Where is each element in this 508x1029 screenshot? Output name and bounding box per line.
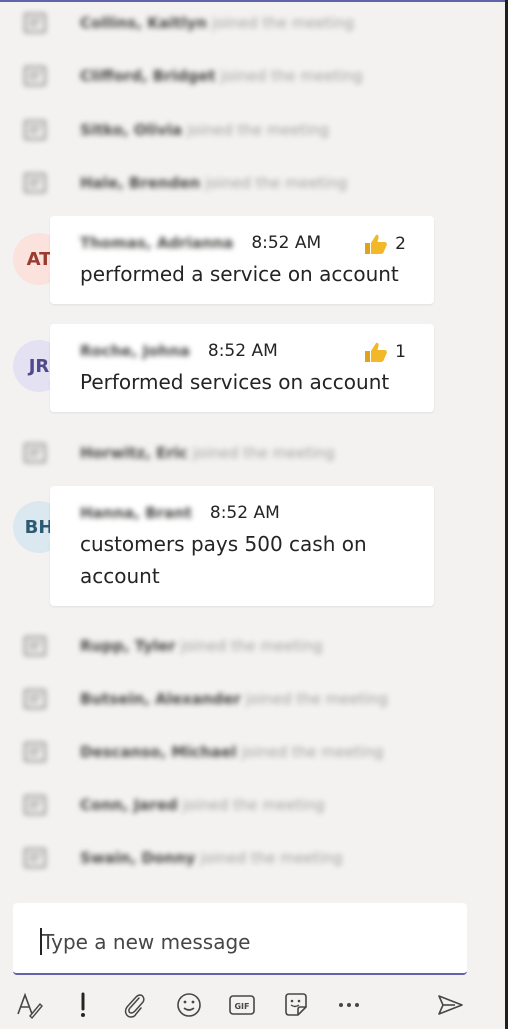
emoji-icon[interactable]: [172, 988, 206, 1022]
event-icon: [24, 120, 46, 140]
event-row: Conn, Jared joined the meeting: [24, 785, 444, 825]
important-icon[interactable]: [66, 988, 100, 1022]
message-time: 8:52 AM: [207, 341, 278, 361]
event-name: Conn, Jared: [80, 796, 178, 814]
sender-name[interactable]: Hanna, Brant: [80, 504, 192, 522]
attach-icon[interactable]: [117, 988, 151, 1022]
avatar-initials: JR: [28, 355, 50, 377]
event-text: joined the meeting: [180, 637, 323, 655]
compose-toolbar: GIF: [0, 980, 508, 1029]
sender-name[interactable]: Thomas, Adrianna: [80, 234, 233, 252]
event-text: joined the meeting: [220, 67, 363, 85]
message-text: performed a service on account: [80, 262, 399, 286]
event-text: joined the meeting: [211, 14, 354, 32]
message-bubble[interactable]: Thomas, Adrianna 8:52 AM 2 performed a s…: [50, 216, 434, 304]
message-bubble[interactable]: Roche, Johna 8:52 AM 1 Performed service…: [50, 324, 434, 412]
reaction-count: 1: [395, 342, 406, 362]
compose-box[interactable]: [13, 903, 467, 975]
message-header: Hanna, Brant 8:52 AM: [80, 498, 414, 528]
event-row: Clifford, Bridget joined the meeting: [24, 56, 444, 96]
reaction-count: 2: [395, 234, 406, 254]
event-icon: [24, 443, 46, 463]
event-row: Swain, Donny joined the meeting: [24, 838, 444, 878]
event-text: joined the meeting: [241, 743, 384, 761]
top-accent-line: [0, 0, 508, 2]
gif-label: GIF: [234, 1002, 249, 1011]
event-row: Sitko, Olivia joined the meeting: [24, 110, 444, 150]
avatar-initials: AT: [26, 248, 52, 270]
event-name: Hale, Brenden: [80, 174, 201, 192]
event-icon: [24, 173, 46, 193]
event-name: Descanso, Michael: [80, 743, 237, 761]
like-reaction[interactable]: 1: [363, 340, 406, 364]
event-row: Collins, Kaitlyn joined the meeting: [24, 3, 444, 43]
event-name: Butsein, Alexander: [80, 690, 241, 708]
event-text: joined the meeting: [187, 121, 330, 139]
event-text: joined the meeting: [192, 444, 335, 462]
format-icon[interactable]: [12, 988, 46, 1022]
event-name: Horwitz, Eric: [80, 444, 188, 462]
event-text: joined the meeting: [205, 174, 348, 192]
like-reaction[interactable]: 2: [363, 232, 406, 256]
event-icon: [24, 742, 46, 762]
event-row: Hale, Brenden joined the meeting: [24, 163, 444, 203]
message-header: Thomas, Adrianna 8:52 AM 2: [80, 228, 414, 258]
sender-name[interactable]: Roche, Johna: [80, 342, 190, 360]
event-icon: [24, 689, 46, 709]
sticker-icon[interactable]: [279, 988, 313, 1022]
send-icon[interactable]: [433, 988, 467, 1022]
event-name: Swain, Donny: [80, 849, 196, 867]
event-name: Clifford, Bridget: [80, 67, 216, 85]
event-icon: [24, 66, 46, 86]
event-icon: [24, 848, 46, 868]
event-row: Rupp, Tyler joined the meeting: [24, 626, 444, 666]
message-time: 8:52 AM: [209, 503, 280, 523]
event-row: Butsein, Alexander joined the meeting: [24, 679, 444, 719]
event-row: Horwitz, Eric joined the meeting: [24, 433, 444, 473]
message-text: Performed services on account: [80, 370, 390, 394]
gif-icon[interactable]: GIF: [225, 988, 259, 1022]
event-row: Descanso, Michael joined the meeting: [24, 732, 444, 772]
event-text: joined the meeting: [200, 849, 343, 867]
event-name: Collins, Kaitlyn: [80, 14, 207, 32]
thumbs-up-icon: [365, 342, 388, 362]
message-header: Roche, Johna 8:52 AM 1: [80, 336, 414, 366]
event-name: Rupp, Tyler: [80, 637, 176, 655]
thumbs-up-icon: [365, 234, 388, 254]
event-icon: [24, 795, 46, 815]
event-icon: [24, 13, 46, 33]
event-name: Sitko, Olivia: [80, 121, 182, 139]
message-input[interactable]: [40, 923, 454, 961]
message-bubble[interactable]: Hanna, Brant 8:52 AM customers pays 500 …: [50, 486, 434, 606]
message-text: customers pays 500 cash on account: [80, 532, 367, 588]
event-text: joined the meeting: [245, 690, 388, 708]
event-text: joined the meeting: [182, 796, 325, 814]
message-time: 8:52 AM: [251, 233, 322, 253]
more-options-icon[interactable]: [332, 988, 366, 1022]
event-icon: [24, 636, 46, 656]
